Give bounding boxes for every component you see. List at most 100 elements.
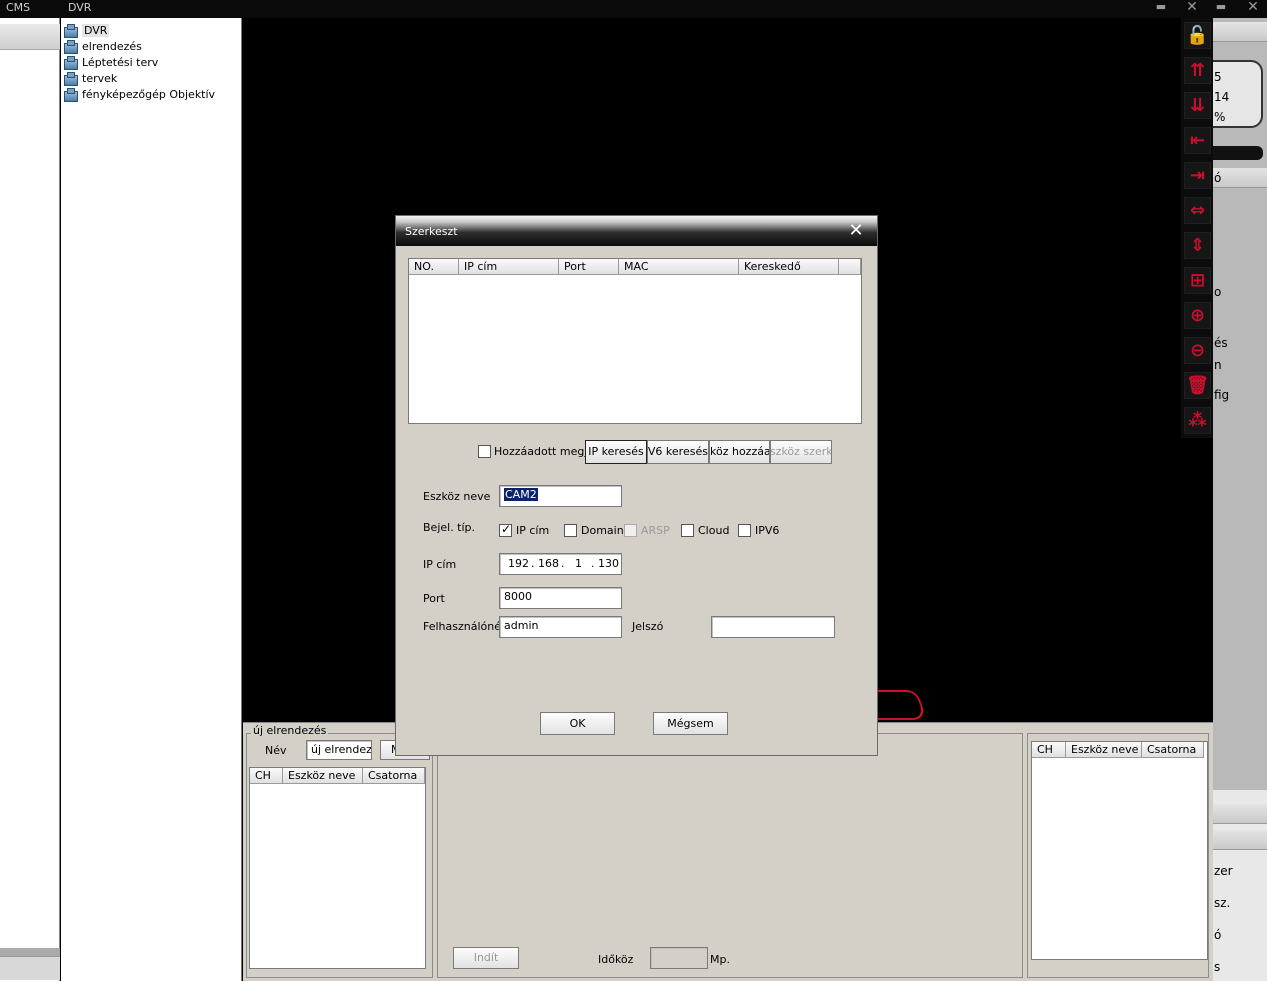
app-tab[interactable]: DVR	[68, 1, 91, 14]
login-type-ipv6-checkbox[interactable]	[738, 524, 751, 537]
ip-search-button[interactable]: IP keresés	[585, 440, 647, 464]
dialog-title-bar[interactable]: Szerkeszt ✕	[396, 216, 877, 246]
ip-separator: .	[561, 557, 565, 570]
ip-octet-3: 1	[575, 557, 582, 570]
right-fragment-text: 14	[1214, 90, 1230, 104]
grid-icon[interactable]: ⊞	[1184, 267, 1211, 294]
ptz-toolbar: 🔓 ⇈ ⇊ ⇤ ⇥ ⇔ ⇕ ⊞ ⊕ ⊖ 🗑 ⁂	[1181, 18, 1213, 438]
align-right-icon[interactable]: ⇥	[1184, 162, 1211, 189]
ip-separator: .	[591, 557, 595, 570]
right-panel-strip[interactable]	[1213, 804, 1267, 824]
right-fragment-text: 5	[1214, 70, 1222, 84]
column-header-channel[interactable]: Csatorna	[1142, 742, 1204, 758]
tree-item-label: Léptetési terv	[82, 55, 159, 69]
tree-item-camera-lens[interactable]: fényképezőgép Objektív	[63, 86, 215, 102]
interval-label: Időköz	[598, 953, 634, 966]
right-panel-strip[interactable]	[1213, 830, 1267, 850]
zoom-out-icon[interactable]: ⊖	[1184, 337, 1211, 364]
column-header-ip[interactable]: IP cím	[459, 259, 559, 275]
tree-item-layout[interactable]: elrendezés	[63, 38, 142, 54]
right-fragment-text[interactable]: ó	[1214, 928, 1221, 942]
same-height-icon[interactable]: ⇕	[1184, 232, 1211, 259]
column-header-no[interactable]: NO.	[409, 259, 459, 275]
tree-item-dvr[interactable]: DVR	[63, 22, 110, 38]
ipv6-search-button[interactable]: IPV6 keresés	[647, 440, 709, 464]
tree-item-label: elrendezés	[82, 39, 142, 53]
cancel-button[interactable]: Mégsem	[653, 712, 728, 735]
right-progress-bar	[1213, 146, 1263, 160]
username-label: Felhasználóné	[423, 620, 502, 633]
column-header-device-name[interactable]: Eszköz neve	[283, 768, 363, 784]
tree-item-label: fényképezőgép Objektív	[82, 87, 216, 101]
device-channel-list[interactable]: CH Eszköz neve Csatorna	[1031, 741, 1208, 960]
device-name-input[interactable]: CAM2	[499, 485, 622, 507]
column-header-channel[interactable]: Csatorna	[363, 768, 425, 784]
login-type-ipv6-label: IPV6	[755, 524, 780, 537]
start-button[interactable]: Indít	[453, 947, 519, 969]
edit-device-dialog: Szerkeszt ✕ NO. IP cím Port MAC Keresked…	[395, 215, 878, 756]
login-type-arsp-checkbox	[624, 524, 637, 537]
bottom-panel: új elrendezés Név új elrendezé M CH Eszk…	[243, 722, 1213, 981]
device-name-label: Eszköz neve	[423, 490, 491, 503]
edit-device-button[interactable]: Eszköz szerk	[770, 440, 832, 464]
ip-octet-1: 192	[508, 557, 529, 570]
move-up-icon[interactable]: ⇈	[1184, 57, 1211, 84]
right-fragment-text[interactable]: zer	[1214, 864, 1233, 878]
password-input[interactable]	[711, 616, 835, 638]
close-icon[interactable]: ✕	[848, 222, 864, 240]
tree-item-stepping-plan[interactable]: Léptetési terv	[63, 54, 158, 70]
right-fragment-text[interactable]: sz.	[1214, 896, 1230, 910]
ip-address-label: IP cím	[423, 558, 457, 571]
right-fragment-text: fig	[1214, 388, 1230, 402]
minimize-icon[interactable]: ▬	[1152, 0, 1170, 16]
same-width-icon[interactable]: ⇔	[1184, 197, 1211, 224]
zoom-in-icon[interactable]: ⊕	[1184, 302, 1211, 329]
minimize-icon[interactable]: ▬	[1212, 0, 1230, 16]
add-device-button[interactable]: köz hozzáad	[709, 440, 770, 464]
device-name-selected-text: CAM2	[504, 488, 538, 501]
column-header-ch[interactable]: CH	[1032, 742, 1066, 758]
tree-item-label: DVR	[82, 23, 110, 37]
column-header-mac[interactable]: MAC	[619, 259, 739, 275]
right-fragment-text: és	[1214, 336, 1228, 350]
left-side-panel	[0, 18, 60, 981]
folder-icon	[63, 23, 78, 38]
tree-item-label: tervek	[82, 71, 118, 85]
move-down-icon[interactable]: ⇊	[1184, 92, 1211, 119]
username-input[interactable]: admin	[499, 616, 622, 638]
sequence-group	[437, 733, 1023, 978]
layout-name-input[interactable]: új elrendezé	[306, 740, 372, 760]
search-result-list[interactable]: NO. IP cím Port MAC Kereskedő	[408, 258, 862, 424]
left-panel-scrollbar[interactable]	[0, 948, 60, 956]
folder-icon	[63, 39, 78, 54]
dialog-title: Szerkeszt	[405, 225, 458, 238]
column-header-device-name[interactable]: Eszköz neve	[1066, 742, 1142, 758]
column-header-port[interactable]: Port	[559, 259, 619, 275]
left-panel-header	[0, 24, 60, 50]
login-type-domain-label: Domain	[581, 524, 624, 537]
column-header-ch[interactable]: CH	[250, 768, 283, 784]
align-left-icon[interactable]: ⇤	[1184, 127, 1211, 154]
right-fragment-text[interactable]: s	[1214, 960, 1220, 974]
ip-octet-2: 168	[538, 557, 559, 570]
lock-icon[interactable]: 🔓	[1184, 22, 1211, 49]
tree-item-plans[interactable]: tervek	[63, 70, 117, 86]
show-added-checkbox[interactable]	[478, 445, 491, 458]
ok-button[interactable]: OK	[540, 712, 615, 735]
layout-channel-list[interactable]: CH Eszköz neve Csatorna	[249, 767, 426, 969]
port-input[interactable]: 8000	[499, 587, 622, 609]
column-header-empty	[839, 259, 861, 275]
left-panel-footer	[0, 956, 60, 980]
column-header-vendor[interactable]: Kereskedő	[739, 259, 839, 275]
login-type-ip-checkbox[interactable]: ✓	[499, 522, 512, 537]
close-icon[interactable]: ✕	[1244, 0, 1262, 16]
interval-input[interactable]	[650, 947, 708, 969]
ip-address-input[interactable]: 192 . 168 . 1 . 130	[499, 553, 622, 575]
group-icon[interactable]: ⁂	[1184, 407, 1211, 434]
close-icon[interactable]: ✕	[1183, 0, 1201, 16]
trash-icon[interactable]: 🗑	[1184, 372, 1211, 399]
login-type-domain-checkbox[interactable]	[564, 524, 577, 537]
layout-name-label: Név	[265, 744, 287, 757]
right-fragment-text: n	[1214, 358, 1222, 372]
login-type-cloud-checkbox[interactable]	[681, 524, 694, 537]
